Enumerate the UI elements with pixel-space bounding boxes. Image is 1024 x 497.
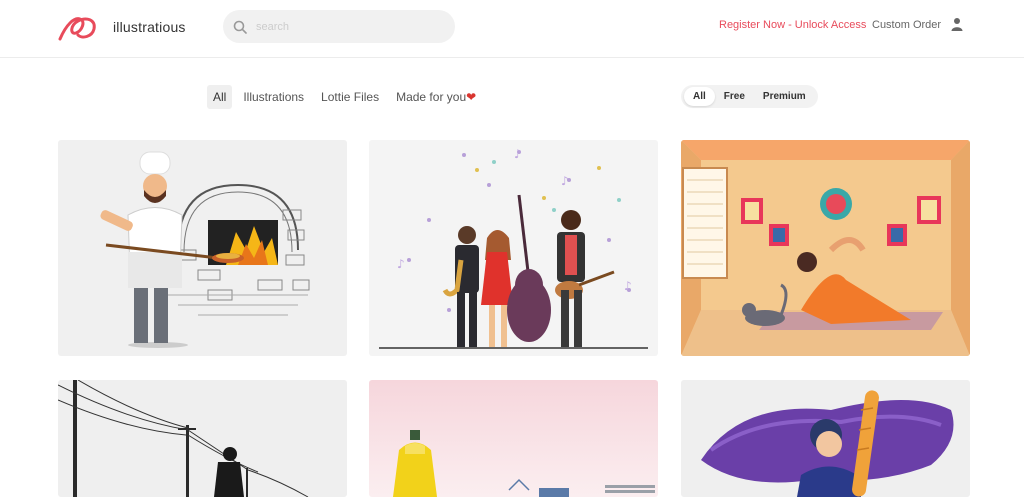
tab-made-for-you-label: Made for you: [396, 90, 467, 104]
heart-icon: ❤: [466, 90, 477, 104]
illustration-card-chef[interactable]: [58, 140, 347, 356]
illustration-card-power-lines[interactable]: [58, 380, 347, 497]
register-link[interactable]: Register Now - Unlock Access: [719, 19, 866, 31]
dress-illustration: [369, 380, 658, 497]
tab-lottie-files[interactable]: Lottie Files: [315, 85, 385, 109]
band-illustration: ♪ ♪ ♪ ♪: [369, 140, 658, 356]
search-icon: [233, 20, 247, 34]
svg-text:♪: ♪: [397, 257, 405, 271]
svg-text:♪: ♪: [624, 279, 632, 293]
logo-text: illustratious: [113, 19, 186, 35]
top-header: illustratious Register Now - Unlock Acce…: [0, 0, 1024, 58]
tab-all[interactable]: All: [207, 85, 233, 109]
custom-order-link[interactable]: Custom Order: [872, 19, 941, 31]
illustration-card-baguette[interactable]: [681, 380, 970, 497]
search-bar[interactable]: [223, 10, 455, 43]
search-input[interactable]: [256, 20, 436, 33]
category-tabs: All Illustrations Lottie Files Made for …: [207, 85, 487, 109]
price-free-button[interactable]: Free: [715, 87, 754, 106]
tab-illustrations[interactable]: Illustrations: [237, 85, 310, 109]
tab-made-for-you[interactable]: Made for you❤: [390, 85, 482, 109]
price-premium-button[interactable]: Premium: [754, 87, 815, 106]
svg-text:♪: ♪: [514, 147, 522, 161]
illustration-card-dress[interactable]: [369, 380, 658, 497]
svg-text:♪: ♪: [561, 174, 569, 188]
illustration-card-yoga[interactable]: [681, 140, 970, 356]
yoga-illustration: [681, 140, 970, 356]
price-filter: All Free Premium: [681, 85, 818, 108]
logo-icon: [58, 17, 96, 41]
power-lines-illustration: [58, 380, 347, 497]
chef-illustration: [58, 140, 347, 356]
baguette-illustration: [681, 380, 970, 497]
illustration-card-band[interactable]: ♪ ♪ ♪ ♪: [369, 140, 658, 356]
price-all-button[interactable]: All: [684, 87, 715, 106]
logo-link[interactable]: illustratious: [58, 11, 186, 43]
user-icon[interactable]: [951, 17, 963, 31]
